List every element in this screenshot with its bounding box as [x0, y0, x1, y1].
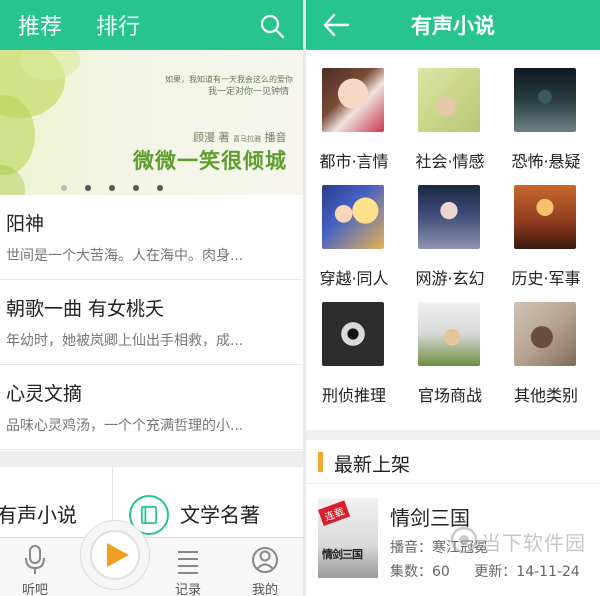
category-label: 其他类别 [513, 386, 578, 405]
banner-author-suffix: 著 [218, 131, 230, 144]
list-item[interactable]: 阳神 世间是一个大苦海。人在海中。肉身... [0, 195, 303, 280]
category-label: 文学名著 [180, 503, 260, 527]
banner-quote-line-2: 我一定对你一见钟情 [208, 87, 290, 97]
section-title: 最新上架 [334, 454, 411, 476]
recommended-list: 阳神 世间是一个大苦海。人在海中。肉身... 朝歌一曲 有女桃夭 年幼时，她被岚… [0, 195, 303, 450]
section-accent-bar [318, 452, 323, 472]
nav-mine[interactable]: 我的 [235, 538, 295, 596]
watermark: 当下软件园 [445, 525, 595, 565]
left-screen: 推荐 排行 如果，我知道有一天我会这么的爱你 我一定对你一见钟情 顾漫 著 喜马… [0, 0, 303, 596]
category-horror-suspense[interactable]: 恐怖·悬疑 [498, 50, 594, 171]
watermark-logo-icon [450, 526, 478, 554]
right-top-bar: 有声小说 [306, 0, 600, 50]
category-detective[interactable]: 刑侦推理 [306, 284, 402, 405]
book-title: 朝歌一曲 有女桃夭 [6, 298, 165, 320]
banner-author: 顾漫 著 喜马拉雅 播音 [193, 129, 287, 145]
nav-label: 听吧 [21, 583, 48, 596]
nav-label: 我的 [251, 583, 278, 596]
category-urban-romance[interactable]: 都市·言情 [306, 50, 402, 171]
category-thumbnail [514, 185, 576, 249]
latest-releases: 最新上架 连载 情剑三国 情剑三国 播音：寒江冠冕 集数：60 更新：14-11… [306, 440, 600, 596]
category-thumbnail [418, 68, 480, 132]
category-label: 有声小说 [0, 503, 77, 527]
category-game-fantasy[interactable]: 网游·玄幻 [402, 167, 498, 288]
page-title: 有声小说 [411, 14, 495, 38]
category-thumbnail [514, 68, 576, 132]
pager-dot[interactable] [133, 185, 139, 191]
category-thumbnail [322, 302, 384, 366]
episode-count: 集数：60 [390, 564, 450, 580]
watermark-text: 当下软件园 [481, 531, 586, 555]
category-thumbnail [418, 185, 480, 249]
pager-dot[interactable] [85, 185, 91, 191]
tab-recommend[interactable]: 推荐 [18, 9, 62, 41]
banner-author-name: 顾漫 [193, 131, 215, 144]
category-time-travel-fanfic[interactable]: 穿越·同人 [306, 167, 402, 288]
pager-dot[interactable] [61, 185, 67, 191]
right-screen: 有声小说 都市·言情 社会·情感 恐怖·悬疑 穿越·同人 网游·玄幻 历史·军事 [306, 0, 600, 596]
category-label: 刑侦推理 [321, 386, 386, 405]
nav-label: 记录 [174, 583, 201, 596]
leaves-illustration [0, 50, 80, 195]
pager-dot[interactable] [109, 185, 115, 191]
category-history-military[interactable]: 历史·军事 [498, 167, 594, 288]
category-literary-classics[interactable]: 文学名著 [112, 467, 303, 537]
list-icon [178, 551, 198, 574]
banner-title: 微微一笑很倾城 [133, 149, 287, 173]
pager-dot[interactable] [157, 185, 163, 191]
category-other[interactable]: 其他类别 [498, 284, 594, 405]
book-title: 阳神 [6, 213, 45, 235]
book-description: 品味心灵鸡汤，一个个充满哲理的小... [6, 418, 244, 434]
category-thumbnail [322, 68, 384, 132]
section-divider [306, 430, 600, 440]
book-title: 心灵文摘 [6, 383, 83, 405]
category-thumbnail [514, 302, 576, 366]
banner-narrator: 喜马拉雅 [233, 135, 261, 143]
bottom-nav: 听吧 记录 我的 [0, 537, 303, 596]
cover-title: 情剑三国 [322, 548, 363, 561]
banner-narrate-label: 播音 [264, 131, 287, 144]
nav-listen[interactable]: 听吧 [5, 538, 65, 596]
list-item[interactable]: 心灵文摘 品味心灵鸡汤，一个个充满哲理的小... [0, 365, 303, 450]
serial-badge: 连载 [318, 500, 351, 526]
section-divider [0, 451, 303, 467]
microphone-icon [25, 545, 45, 574]
category-social-emotion[interactable]: 社会·情感 [402, 50, 498, 171]
banner-pager [61, 176, 181, 195]
search-icon[interactable] [259, 13, 285, 39]
book-description: 世间是一个大苦海。人在海中。肉身... [6, 248, 244, 264]
book-cover[interactable]: 连载 情剑三国 [318, 498, 378, 578]
user-icon [252, 547, 278, 573]
section-header: 最新上架 [306, 440, 600, 484]
update-date: 更新：14-11-24 [474, 564, 580, 580]
play-button[interactable] [80, 520, 150, 590]
featured-banner[interactable]: 如果，我知道有一天我会这么的爱你 我一定对你一见钟情 顾漫 著 喜马拉雅 播音 … [0, 50, 303, 195]
tab-ranking[interactable]: 排行 [96, 9, 140, 41]
book-description: 年幼时，她被岚卿上仙出手相救，成... [6, 333, 244, 349]
list-item[interactable]: 朝歌一曲 有女桃夭 年幼时，她被岚卿上仙出手相救，成... [0, 280, 303, 365]
category-thumbnail [322, 185, 384, 249]
category-grid: 都市·言情 社会·情感 恐怖·悬疑 穿越·同人 网游·玄幻 历史·军事 刑侦推理 [306, 50, 600, 430]
left-top-bar: 推荐 排行 [0, 0, 303, 50]
play-icon [107, 543, 129, 567]
category-label: 官场商战 [417, 386, 482, 405]
nav-records[interactable]: 记录 [158, 538, 218, 596]
category-officialdom-business[interactable]: 官场商战 [402, 284, 498, 405]
category-thumbnail [418, 302, 480, 366]
